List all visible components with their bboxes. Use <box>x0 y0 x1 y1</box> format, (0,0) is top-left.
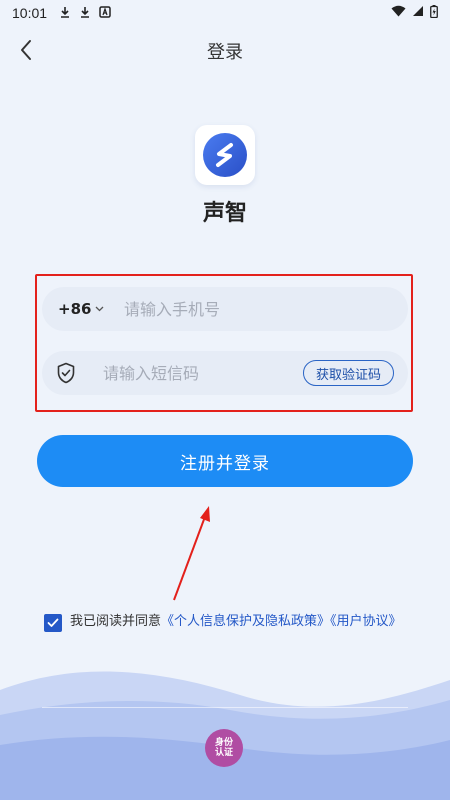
check-icon <box>47 618 59 627</box>
country-code: +86 <box>58 300 92 318</box>
app-name: 声智 <box>202 201 247 226</box>
app-logo-icon <box>203 133 247 177</box>
privacy-policy-link[interactable]: 《个人信息保护及隐私政策》 <box>161 614 330 629</box>
top-bar: 登录 <box>0 30 450 70</box>
app-logo <box>195 125 255 185</box>
status-time: 10:01 <box>12 5 48 21</box>
status-bar: 10:01 <box>0 0 450 26</box>
signal-icon <box>412 5 424 21</box>
badge-line1: 身份 <box>214 738 233 748</box>
shield-check-icon <box>42 362 91 384</box>
get-code-button[interactable]: 获取验证码 <box>302 360 394 386</box>
battery-icon <box>430 4 438 22</box>
app-a-icon <box>99 5 111 21</box>
agreement-checkbox[interactable] <box>44 614 62 632</box>
agreement-prefix: 我已阅读并同意 <box>70 614 162 629</box>
agreement-text: 我已阅读并同意《个人信息保护及隐私政策》《用户协议》 <box>70 611 402 632</box>
annotation-arrow <box>173 506 210 601</box>
chevron-down-icon <box>95 304 104 315</box>
agreement-row: 我已阅读并同意《个人信息保护及隐私政策》《用户协议》 <box>44 611 419 632</box>
phone-input[interactable] <box>112 299 408 319</box>
country-code-selector[interactable]: +86 <box>42 300 112 318</box>
download-icon <box>59 6 71 21</box>
user-agreement-link[interactable]: 《用户协议》 <box>330 614 402 629</box>
badge-line2: 认证 <box>214 748 233 758</box>
sms-code-input[interactable] <box>90 363 303 383</box>
status-right <box>391 4 438 22</box>
wifi-icon <box>391 5 406 21</box>
footer-divider <box>42 707 408 708</box>
download-icon <box>79 6 91 21</box>
sms-code-field: 获取验证码 <box>42 351 408 395</box>
register-login-button[interactable]: 注册并登录 <box>37 435 413 487</box>
identity-badge[interactable]: 身份 认证 <box>205 729 243 767</box>
page-title: 登录 <box>207 42 243 63</box>
phone-field: +86 <box>42 287 408 331</box>
